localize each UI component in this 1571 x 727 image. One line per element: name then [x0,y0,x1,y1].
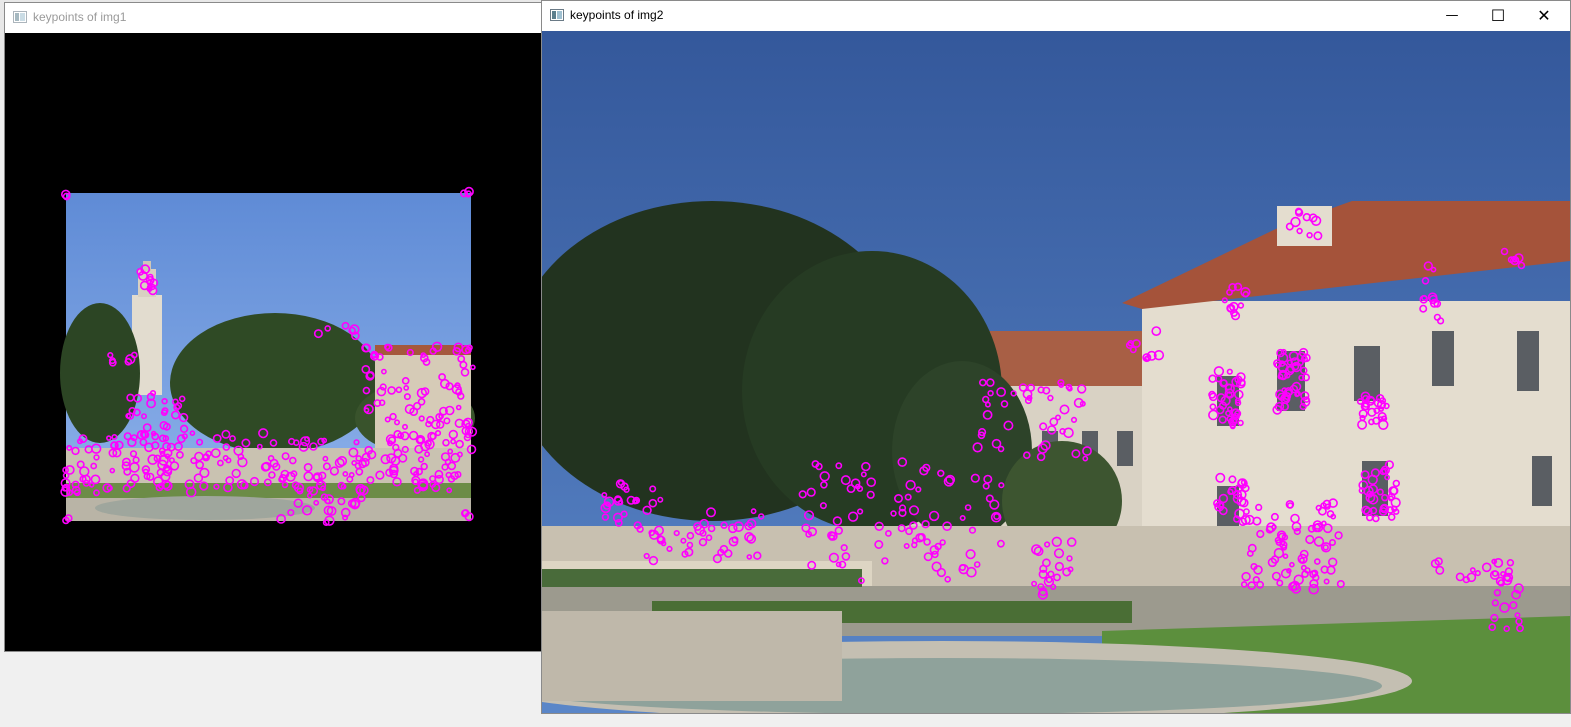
keypoint-marker [470,364,476,371]
window-keypoints-img2[interactable]: keypoints of img2 — ☐ ✕ [541,0,1571,714]
window-titlebar-img2[interactable]: keypoints of img2 — ☐ ✕ [542,1,1570,31]
photo-img2 [542,31,1570,713]
close-button[interactable]: ✕ [1521,1,1567,29]
window-titlebar-img1[interactable]: keypoints of img1 [5,3,543,33]
opencv-window-icon [550,9,564,21]
window-title-img1: keypoints of img1 [33,10,127,24]
window-title-img2: keypoints of img2 [570,8,664,22]
keypoint-image-img1 [60,186,478,526]
opencv-window-icon [13,11,27,23]
maximize-button[interactable]: ☐ [1475,1,1521,29]
warped-photo-img1 [60,193,475,521]
keypoint-image-img2 [542,31,1570,713]
window-keypoints-img1[interactable]: keypoints of img1 [4,2,544,652]
image-canvas-img2 [542,31,1570,713]
image-canvas-img1 [5,33,543,651]
minimize-button[interactable]: — [1429,1,1475,29]
